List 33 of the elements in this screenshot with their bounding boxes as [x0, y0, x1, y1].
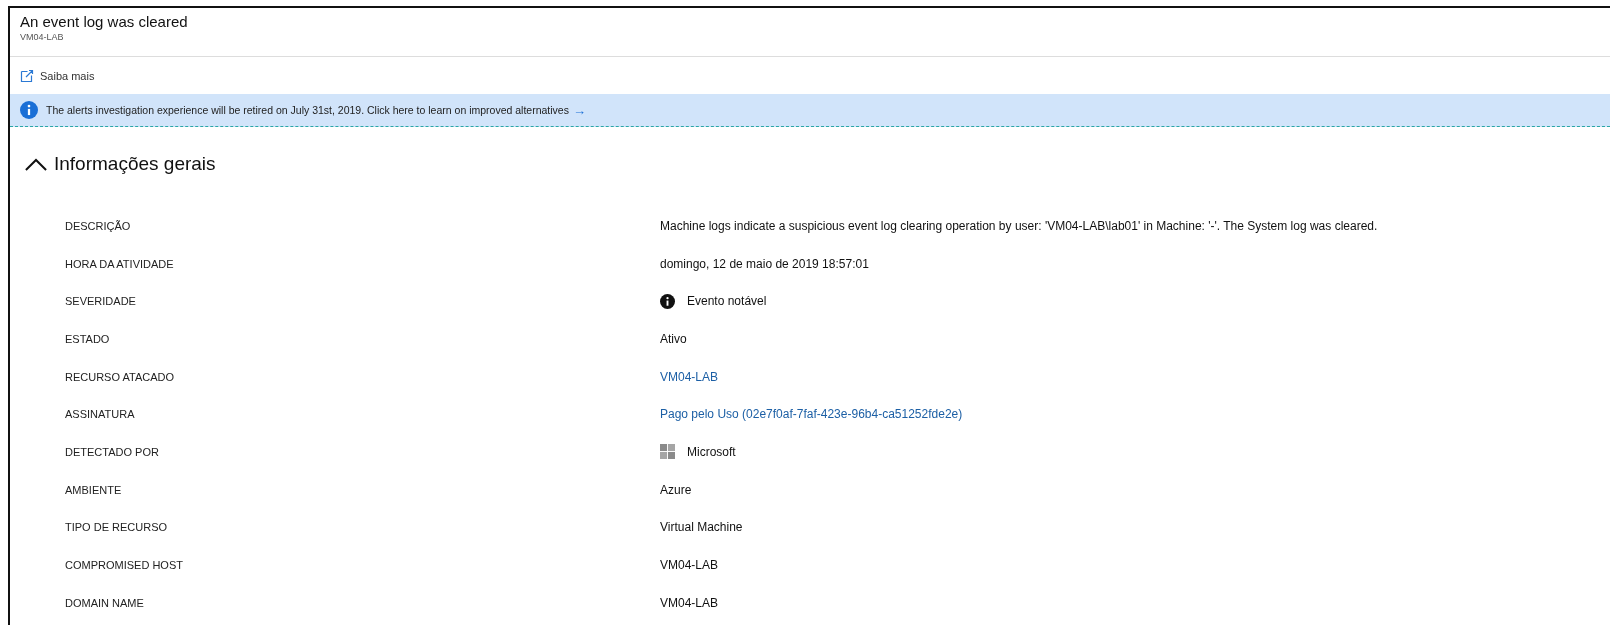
field-label: COMPROMISED HOST [64, 559, 184, 572]
field-label: ASSINATURA [64, 408, 136, 421]
field-link[interactable]: Pago pelo Uso (02e7f0af-7faf-423e-96b4-ca51252fde2e) [660, 407, 963, 422]
field-label: DOMAIN NAME [64, 596, 145, 609]
field-value: Microsoft [687, 444, 736, 459]
field-label: RECURSO ATACADO [64, 370, 175, 383]
info-banner[interactable]: The alerts investigation experience will be retired on July 31st, 2019. Click here to learn on improved alternatives → [10, 94, 1610, 127]
field-label: TIPO DE RECURSO [64, 521, 169, 534]
page-subtitle: VM04-LAB [20, 32, 65, 42]
learn-more-link[interactable]: Saiba mais [20, 68, 95, 83]
field-label: DETECTADO POR [64, 445, 160, 458]
field-value: Virtual Machine [660, 520, 743, 535]
field-label: AMBIENTE [64, 483, 123, 496]
field-value: domingo, 12 de maio de 2019 18:57:01 [660, 256, 869, 271]
field-value: Ativo [660, 331, 687, 346]
banner-text: The alerts investigation experience will be retired on July 31st, 2019. Click here to learn on improved alternatives [46, 104, 569, 116]
arrow-icon: → [572, 102, 586, 118]
field-value: VM04-LAB [660, 595, 719, 610]
field-value: Evento notável [687, 294, 767, 309]
grid-logo-icon [660, 444, 675, 460]
field-value: Azure [660, 482, 692, 497]
field-label: ESTADO [64, 332, 111, 345]
section-header[interactable]: Informações gerais [10, 127, 1610, 181]
field-value: Machine logs indicate a suspicious event log clearing operation by user: 'VM04-LAB\lab01' in Machine: '-'. The System log was cleared. [660, 218, 1378, 233]
field-value: VM04-LAB [660, 558, 719, 573]
field-label: HORA DA ATIVIDADE [64, 257, 175, 270]
info-icon [20, 101, 38, 119]
external-link-icon [20, 68, 34, 83]
info-icon [660, 293, 675, 309]
field-link[interactable]: VM04-LAB [660, 369, 719, 384]
field-label: DESCRIÇÃO [64, 219, 132, 232]
page-title: An event log was cleared [20, 12, 189, 31]
field-label: SEVERIDADE [64, 295, 137, 308]
